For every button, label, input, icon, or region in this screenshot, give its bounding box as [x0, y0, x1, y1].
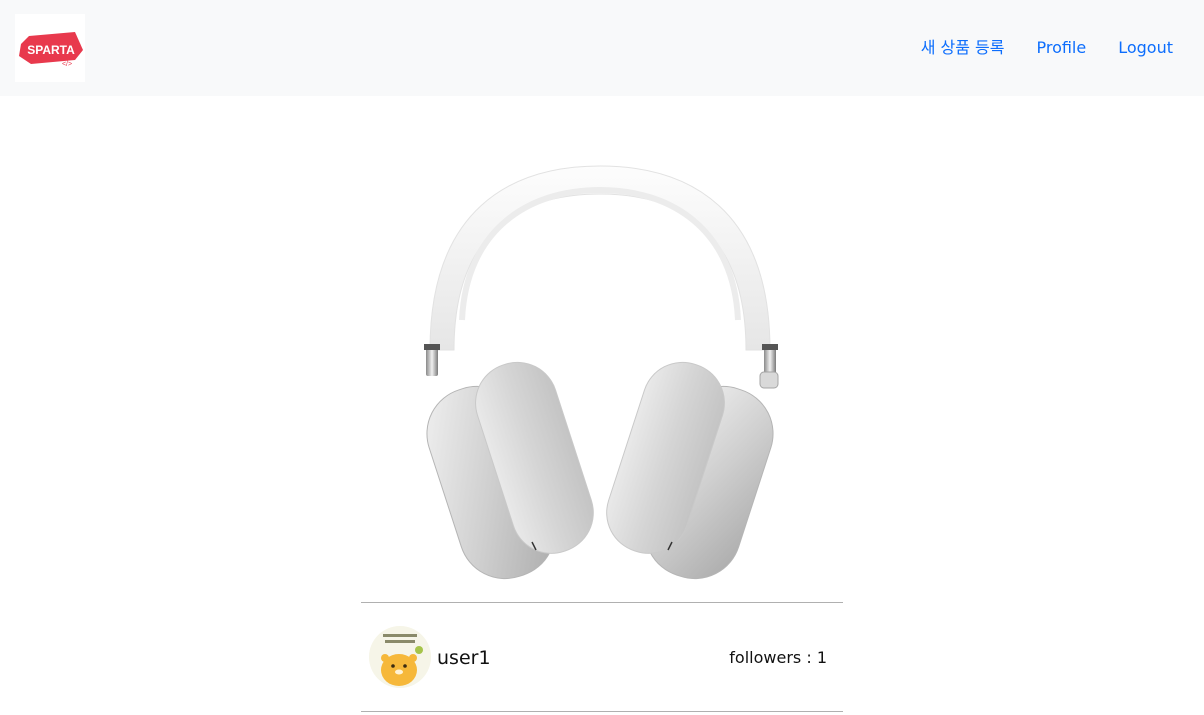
- avatar[interactable]: [369, 626, 431, 688]
- product-image: [400, 150, 800, 580]
- sparta-logo[interactable]: SPARTA </>: [15, 14, 85, 82]
- nav-link-register-product[interactable]: 새 상품 등록: [921, 36, 1005, 60]
- followers-count-text: followers : 1: [729, 647, 827, 669]
- seller-profile-row: user1 followers : 1: [361, 618, 843, 698]
- headphones-image-icon: [424, 165, 779, 580]
- followers-label: followers :: [729, 648, 817, 667]
- nav-link-logout[interactable]: Logout: [1118, 36, 1173, 60]
- svg-text:</>: </>: [62, 61, 72, 68]
- nav-links: 새 상품 등록 Profile Logout: [921, 36, 1173, 60]
- character-avatar-icon: [369, 626, 431, 688]
- sparta-logo-icon: SPARTA </>: [19, 32, 83, 68]
- divider-bottom: [361, 711, 843, 712]
- divider-top: [361, 602, 843, 603]
- top-navbar: SPARTA </> 새 상품 등록 Profile Logout: [0, 0, 1204, 96]
- seller-username[interactable]: user1: [437, 646, 491, 670]
- nav-link-profile[interactable]: Profile: [1036, 36, 1086, 60]
- svg-text:SPARTA: SPARTA: [27, 43, 75, 57]
- followers-count: 1: [816, 648, 827, 667]
